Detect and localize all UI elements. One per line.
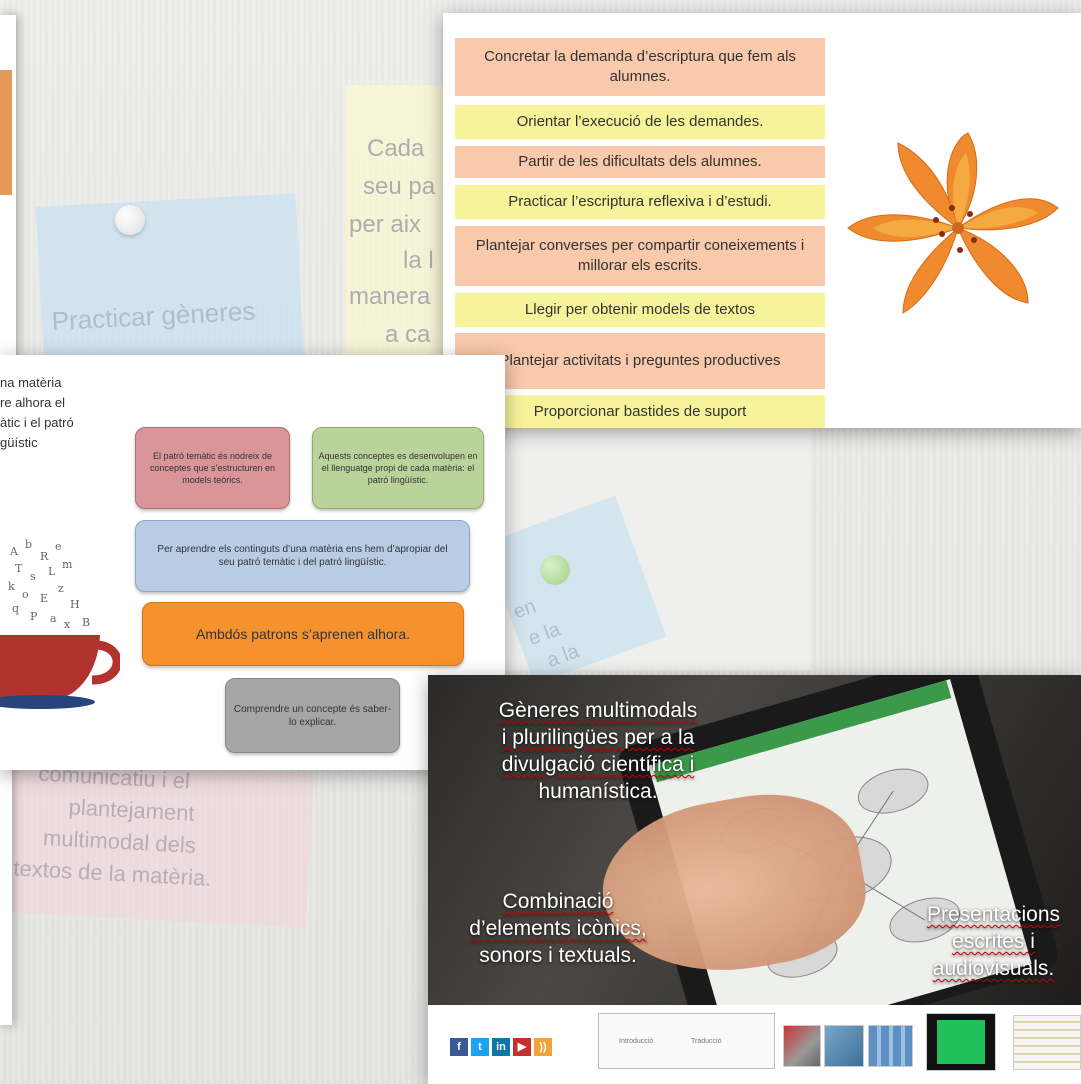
presentations-text: Presentacions escrites i audiovisuals. — [926, 903, 1061, 980]
note-line: seu pa — [363, 173, 436, 200]
combination-elements-text: Combinació d’elements icònics, sonors i … — [469, 890, 647, 967]
image-thumbnail — [868, 1025, 913, 1067]
intro-line: na matèria — [0, 375, 62, 390]
strategy-item: Orientar l’execució de les demandes. — [455, 105, 825, 139]
svg-text:H: H — [70, 598, 80, 611]
svg-text:a: a — [50, 612, 57, 625]
periodic-table-thumbnail — [1013, 1015, 1081, 1070]
note-line: per aix — [349, 211, 422, 238]
slide-intro-text: na matèria re alhora el àtic i el patró … — [0, 373, 120, 453]
svg-text:q: q — [12, 602, 19, 615]
svg-text:L: L — [48, 565, 56, 578]
note-line: textos de la matèria. — [12, 855, 212, 891]
svg-text:z: z — [58, 582, 64, 595]
linguistic-pattern-box: Aquests conceptes es desenvolupen en el … — [312, 427, 484, 509]
sticky-note-yellow: Cada seu pa per aix la l manera a ca — [345, 85, 455, 355]
svg-text:b: b — [25, 538, 32, 551]
both-patterns-box: Ambdós patrons s’aprenen alhora. — [142, 602, 464, 666]
strategy-item: Practicar l’escriptura reflexiva i d’est… — [455, 185, 825, 219]
note-line: plantejament — [68, 794, 196, 826]
svg-text:T: T — [15, 562, 23, 575]
svg-text:o: o — [22, 588, 29, 601]
note-line: a ca — [385, 321, 431, 348]
sticky-note-blue: Practicar gèneres — [35, 193, 305, 377]
slide-edge — [0, 15, 16, 365]
document-thumbnail: Introducció Traducció — [598, 1013, 775, 1069]
thematic-pattern-box: El patró temàtic és nodreix de conceptes… — [135, 427, 290, 509]
slide-writing-strategies[interactable]: Concretar la demanda d’escriptura que fe… — [443, 13, 1081, 428]
svg-text:A: A — [9, 545, 19, 558]
intro-line: re alhora el — [0, 395, 66, 410]
facebook-icon[interactable]: f — [450, 1038, 468, 1056]
intro-line: güístic — [0, 435, 38, 450]
youtube-icon[interactable]: ▶ — [513, 1038, 531, 1056]
linkedin-icon[interactable]: in — [492, 1038, 510, 1056]
svg-text:e: e — [55, 540, 62, 553]
svg-text:k: k — [8, 580, 15, 593]
svg-text:m: m — [62, 558, 73, 571]
note-line: la l — [403, 247, 434, 274]
svg-text:x: x — [64, 618, 71, 631]
image-thumbnail — [783, 1025, 821, 1067]
svg-text:B: B — [82, 616, 90, 629]
sticky-note-pink: comunicatiu i el plantejament multimodal… — [1, 757, 314, 928]
pushpin-icon — [115, 205, 145, 235]
image-thumbnail — [824, 1025, 864, 1067]
strategy-item: Plantejar converses per compartir coneix… — [455, 226, 825, 286]
svg-text:s: s — [30, 570, 36, 583]
svg-text:E: E — [40, 592, 48, 605]
rss-icon[interactable]: )) — [534, 1038, 552, 1056]
app-thumbnail — [926, 1013, 996, 1071]
note-line: Cada — [367, 135, 425, 162]
strategy-item: Proporcionar bastides de suport — [455, 395, 825, 428]
slide-footer: f t in ▶ )) Introducció Traducció — [428, 1005, 1081, 1084]
slide-multimodal-genres[interactable]: Gèneres multimodals i plurilingües per a… — [428, 675, 1081, 1084]
strategy-item: Concretar la demanda d’escriptura que fe… — [455, 38, 825, 96]
svg-text:P: P — [30, 610, 38, 623]
intro-line: àtic i el patró — [0, 415, 74, 430]
learning-content-box: Per aprendre els continguts d’una matèri… — [135, 520, 470, 592]
note-line: manera — [349, 283, 431, 310]
note-text: Practicar gèneres — [50, 295, 257, 337]
twitter-icon[interactable]: t — [471, 1038, 489, 1056]
tablet-photo: Gèneres multimodals i plurilingües per a… — [428, 675, 1081, 1005]
lily-flower-image — [847, 132, 1059, 314]
understand-concept-box: Comprendre un concepte és saber-lo expli… — [225, 678, 400, 753]
note-line: multimodal dels — [42, 825, 197, 858]
multimodal-genres-text: Gèneres multimodals i plurilingües per a… — [498, 699, 698, 803]
strategy-item: Partir de les dificultats dels alumnes. — [455, 146, 825, 178]
strategy-item: Plantejar activitats i preguntes product… — [455, 333, 825, 389]
pushpin-icon — [540, 555, 570, 585]
svg-text:R: R — [40, 550, 49, 563]
note-line: a la — [544, 640, 582, 672]
note-line: en — [510, 595, 539, 624]
cup-with-letters-image: AbR e Ts Lm k o Ez HqP axB — [0, 538, 120, 709]
strategy-item: Llegir per obtenir models de textos — [455, 293, 825, 327]
